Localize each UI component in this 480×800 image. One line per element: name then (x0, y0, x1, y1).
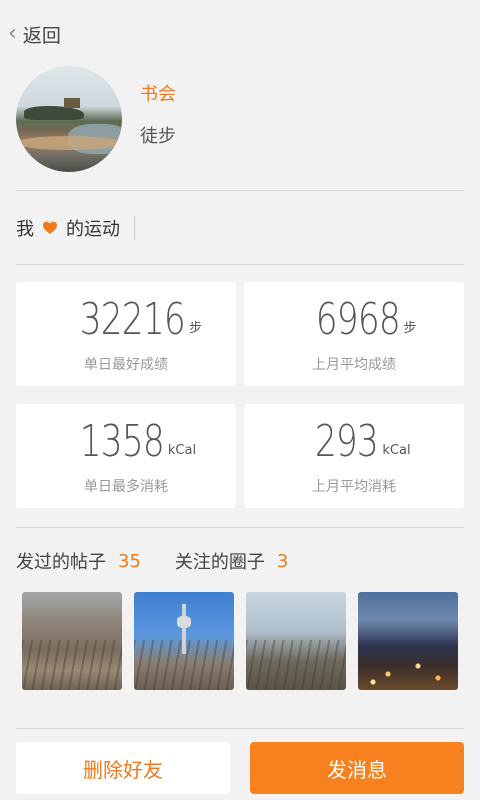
stat-card-best-steps: 32216 步 单日最好成绩 (16, 282, 236, 386)
stat-unit: kCal (167, 443, 197, 458)
profile-section: 书会 徒步 (16, 66, 464, 172)
avatar[interactable] (16, 66, 122, 172)
stat-value: 32216 (79, 294, 186, 345)
stat-caption: 上月平均消耗 (312, 479, 396, 495)
sport-suffix: 的运动 (66, 219, 120, 240)
post-thumbnail[interactable] (246, 592, 346, 690)
stat-unit: 步 (403, 321, 417, 336)
stat-card-best-calories: 1358 kCal 单日最多消耗 (16, 404, 236, 508)
stat-caption: 单日最多消耗 (84, 479, 168, 495)
back-button[interactable]: ‹ 返回 (8, 21, 61, 48)
separator (134, 216, 135, 240)
posts-label: 发过的帖子 (16, 552, 106, 573)
circles-count[interactable]: 3 (277, 551, 288, 572)
chevron-left-icon: ‹ (8, 21, 17, 46)
post-thumbnail[interactable] (134, 592, 234, 690)
stat-caption: 上月平均成绩 (312, 357, 396, 373)
post-thumbnail[interactable] (22, 592, 122, 690)
top-bar: ‹ 返回 (0, 14, 61, 54)
user-name: 书会 (140, 84, 176, 105)
post-thumbnail[interactable] (358, 592, 458, 690)
posts-circles-row: 发过的帖子 35 关注的圈子 3 (16, 544, 288, 578)
sport-prefix: 我 (16, 219, 34, 240)
stat-card-avg-calories: 293 kCal 上月平均消耗 (244, 404, 464, 508)
divider (16, 264, 464, 265)
stat-unit: 步 (188, 321, 202, 336)
stat-value: 1358 (79, 416, 165, 467)
divider (16, 190, 464, 191)
post-thumbnails (22, 592, 462, 690)
stat-unit: kCal (382, 443, 411, 458)
send-message-button[interactable]: 发消息 (250, 742, 464, 794)
user-activity: 徒步 (140, 126, 176, 147)
my-sport-row: 我 的运动 (16, 206, 135, 250)
divider (16, 527, 464, 528)
delete-friend-button[interactable]: 删除好友 (16, 742, 230, 794)
back-label: 返回 (22, 24, 61, 47)
divider (16, 728, 464, 729)
stat-value: 6968 (315, 294, 400, 345)
circles-label: 关注的圈子 (174, 552, 265, 573)
stat-caption: 单日最好成绩 (84, 357, 168, 373)
heart-icon (43, 221, 57, 234)
stat-value: 293 (315, 416, 379, 467)
posts-count[interactable]: 35 (118, 551, 141, 572)
stat-card-avg-steps: 6968 步 上月平均成绩 (244, 282, 464, 386)
